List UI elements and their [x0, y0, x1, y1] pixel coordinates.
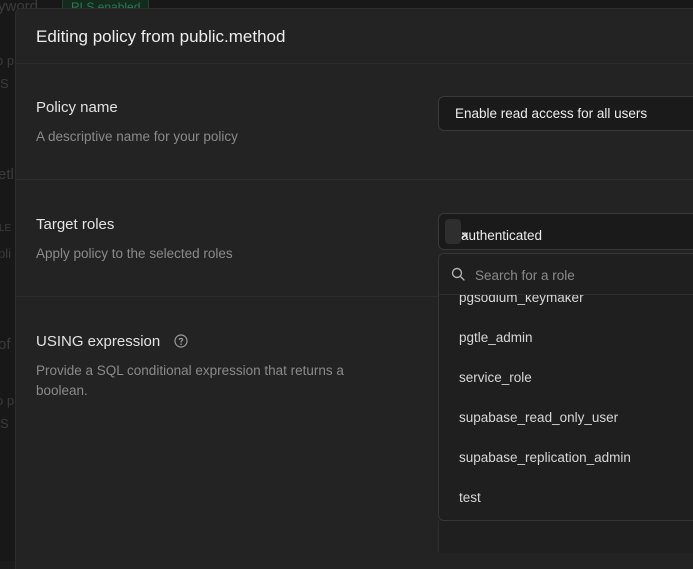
policy-name-input[interactable]: Enable read access for all users: [438, 96, 693, 131]
bg-text: etl: [0, 166, 14, 183]
role-chip-authenticated: authenticated ×: [445, 219, 542, 244]
policy-name-value: Enable read access for all users: [455, 106, 648, 121]
role-option[interactable]: test: [459, 490, 481, 505]
role-option[interactable]: supabase_read_only_user: [459, 410, 618, 425]
target-roles-description: Apply policy to the selected roles: [36, 246, 233, 261]
role-search-bar: [439, 254, 693, 295]
role-option[interactable]: service_role: [459, 370, 532, 385]
target-roles-select[interactable]: authenticated ×: [438, 213, 693, 250]
bg-text: o p: [0, 53, 15, 68]
panel-title: Editing policy from public.method: [36, 27, 286, 46]
section-divider: [16, 179, 693, 180]
policy-name-description: A descriptive name for your policy: [36, 129, 238, 144]
role-search-input[interactable]: [473, 264, 677, 286]
close-icon[interactable]: ×: [461, 228, 469, 243]
bg-text: pli: [0, 246, 12, 261]
bg-text: of: [0, 336, 11, 353]
bg-text: o p: [0, 393, 15, 408]
role-option[interactable]: supabase_replication_admin: [459, 450, 631, 465]
question-circle-icon[interactable]: [174, 334, 188, 348]
using-expression-label: USING expression: [36, 333, 161, 350]
role-dropdown: pgsodium_keymaker pgtle_admin service_ro…: [438, 253, 693, 521]
bg-text: LE: [0, 223, 12, 234]
panel-header: Editing policy from public.method: [16, 9, 693, 64]
search-icon: [451, 267, 465, 281]
expression-editor-edge: [438, 521, 693, 553]
bg-text: S: [0, 76, 9, 91]
role-chip-label: authenticated: [461, 228, 543, 243]
role-option[interactable]: pgtle_admin: [459, 330, 533, 345]
policy-name-label: Policy name: [36, 99, 118, 116]
using-expression-description: Provide a SQL conditional expression tha…: [36, 363, 344, 398]
target-roles-label: Target roles: [36, 216, 115, 233]
bg-text: S: [0, 416, 9, 431]
